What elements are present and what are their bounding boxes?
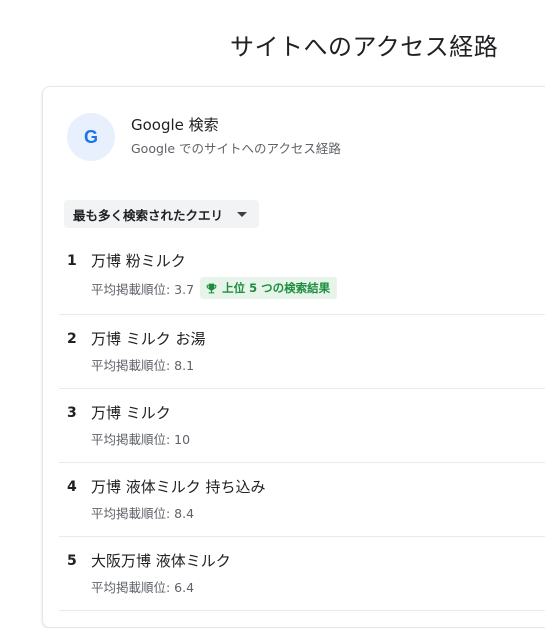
average-position: 平均掲載順位: 10 bbox=[91, 432, 191, 447]
query-rank: 3 bbox=[67, 405, 77, 421]
query-text: 万博 液体ミルク 持ち込み bbox=[91, 478, 266, 496]
query-row[interactable]: 3 万博 ミルク 平均掲載順位: 10 bbox=[59, 389, 545, 463]
query-filter-label: 最も多く検索されたクエリ bbox=[73, 207, 224, 223]
average-position: 平均掲載順位: 6.4 bbox=[91, 580, 195, 595]
google-g-icon: G bbox=[67, 113, 115, 161]
average-position: 平均掲載順位: 8.4 bbox=[91, 506, 195, 521]
badge-label: 上位 5 つの検索結果 bbox=[222, 281, 331, 295]
query-rank: 4 bbox=[67, 479, 77, 495]
query-row[interactable]: 1 万博 粉ミルク 平均掲載順位: 3.7 上位 5 つの検索結果 bbox=[59, 237, 545, 315]
traffic-source-card: G Google 検索 Google でのサイトへのアクセス経路 最も多く検索さ… bbox=[42, 86, 545, 628]
source-name: Google 検索 bbox=[131, 116, 219, 134]
query-row[interactable]: 5 大阪万博 液体ミルク 平均掲載順位: 6.4 bbox=[59, 537, 545, 611]
average-position: 平均掲載順位: 3.7 bbox=[91, 281, 195, 297]
query-rank: 2 bbox=[67, 331, 77, 347]
source-description: Google でのサイトへのアクセス経路 bbox=[131, 141, 341, 156]
trophy-icon bbox=[206, 283, 217, 293]
query-list: 1 万博 粉ミルク 平均掲載順位: 3.7 上位 5 つの検索結果 2 万博 ミ… bbox=[59, 237, 545, 611]
top-results-badge: 上位 5 つの検索結果 bbox=[200, 277, 338, 299]
query-filter-dropdown[interactable]: 最も多く検索されたクエリ bbox=[64, 200, 260, 228]
query-text: 万博 粉ミルク bbox=[91, 252, 186, 270]
average-position: 平均掲載順位: 8.1 bbox=[91, 358, 195, 373]
query-text: 万博 ミルク bbox=[91, 404, 171, 422]
query-text: 万博 ミルク お湯 bbox=[91, 330, 206, 348]
caret-down-icon bbox=[237, 211, 248, 217]
query-rank: 1 bbox=[67, 253, 77, 269]
source-header: G Google 検索 Google でのサイトへのアクセス経路 bbox=[67, 113, 341, 161]
page-title: サイトへのアクセス経路 bbox=[230, 33, 499, 61]
svg-text:G: G bbox=[84, 127, 98, 147]
query-row[interactable]: 4 万博 液体ミルク 持ち込み 平均掲載順位: 8.4 bbox=[59, 463, 545, 537]
query-rank: 5 bbox=[67, 553, 77, 569]
query-row[interactable]: 2 万博 ミルク お湯 平均掲載順位: 8.1 bbox=[59, 315, 545, 389]
query-text: 大阪万博 液体ミルク bbox=[91, 552, 231, 570]
